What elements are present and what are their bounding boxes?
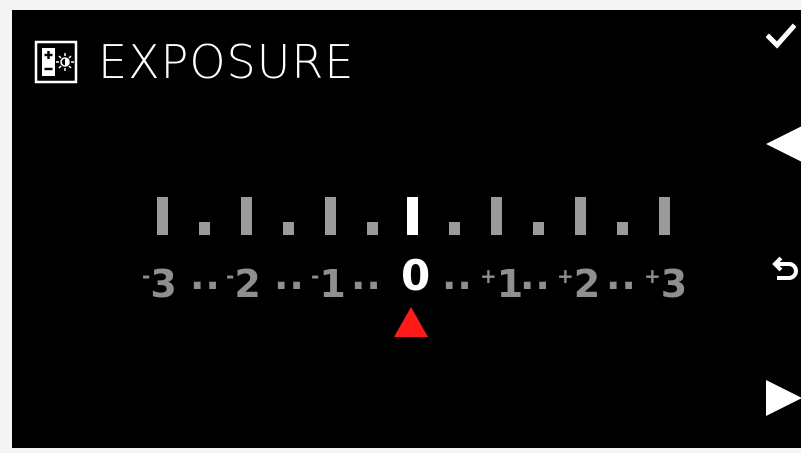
scale-tick (367, 222, 378, 235)
scale-tick (449, 222, 460, 235)
scale-separator: .. (606, 254, 637, 298)
scale-label-zero: 0 (401, 251, 431, 300)
scale-separator: .. (190, 254, 221, 298)
scale-separator: .. (351, 254, 382, 298)
scale-tick (617, 222, 628, 235)
scale-label-minus-2: -2 (226, 262, 261, 306)
scale-tick (533, 222, 544, 235)
scale-label-plus-3: +3 (644, 262, 688, 306)
scale-separator: .. (520, 254, 551, 298)
scale-label-minus-3: -3 (142, 262, 177, 306)
scale-tick (283, 222, 294, 235)
scale-tick (157, 197, 168, 235)
scale-label-plus-1: +1 (480, 262, 524, 306)
exposure-pointer-icon (394, 307, 428, 337)
scale-tick (575, 197, 586, 235)
scale-label-plus-2: +2 (557, 262, 601, 306)
scale-tick (241, 197, 252, 235)
check-icon[interactable] (766, 22, 796, 52)
scale-tick (491, 197, 502, 235)
scale-separator: .. (274, 254, 305, 298)
right-arrow-icon[interactable] (764, 380, 801, 416)
return-icon[interactable] (772, 254, 800, 282)
camera-screen: EXPOSURE -3 .. -2 .. -1 .. 0 .. +1 .. +2… (12, 10, 801, 448)
scale-tick (659, 197, 670, 235)
scale-tick (199, 222, 210, 235)
exposure-scale[interactable]: -3 .. -2 .. -1 .. 0 .. +1 .. +2 .. +3 (12, 10, 801, 448)
scale-separator: .. (442, 254, 473, 298)
scale-label-minus-1: -1 (311, 262, 346, 306)
left-arrow-icon[interactable] (764, 126, 801, 162)
scale-tick (325, 197, 336, 235)
scale-tick-center (407, 197, 418, 235)
